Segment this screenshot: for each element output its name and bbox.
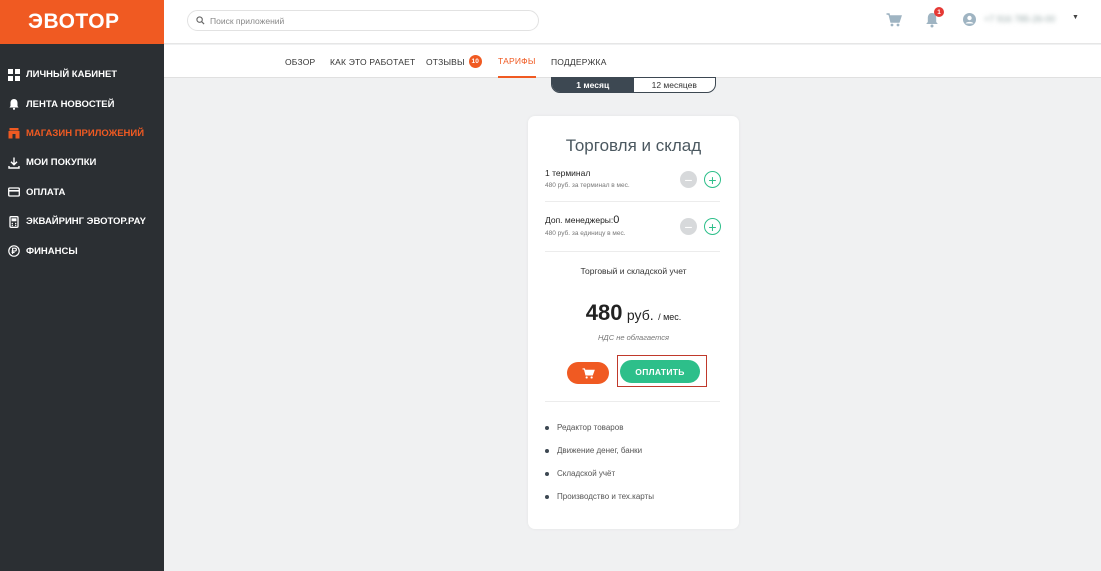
tab-label: ПОДДЕРЖКА [551,56,607,67]
feature-label: Движение денег, банки [557,446,643,455]
tariff-title: Торговля и склад [565,136,702,155]
tariff-card: Торговля и склад 1 терминал 480 руб. за … [528,116,739,529]
bell-icon [8,98,20,110]
cart-icon[interactable] [886,13,902,27]
price-value: 480 [585,300,623,325]
sidebar-item-app-store[interactable]: МАГАЗИН ПРИЛОЖЕНИЙ [0,119,164,148]
bullet-dot [545,425,549,430]
tariff-feature: Торговый и складской учет [580,266,687,276]
sidebar-item-label: ЭКВАЙРИНГ ЭВОТОР.PAY [26,216,146,228]
tab-reviews[interactable]: ОТЗЫВЫ 10 [426,45,482,78]
terminals-label: 1 терминал [545,168,591,178]
feature-label: Складской учёт [557,469,616,478]
user-avatar-icon[interactable] [963,13,976,26]
price-currency: руб. [626,307,654,323]
period-option-1-month[interactable]: 1 месяц [552,78,634,92]
managers-row: Доп. менеджеры:0 [545,214,619,226]
list-item: Редактор товаров [545,416,654,439]
tab-overview[interactable]: ОБЗОР [285,45,315,78]
sidebar-item-label: ФИНАНСЫ [26,245,78,257]
user-phone[interactable]: +7 916 785-26-00 [984,14,1055,24]
sidebar-item-label: МАГАЗИН ПРИЛОЖЕНИЙ [26,127,145,139]
terminals-price-note: 480 руб. за терминал в мес. [545,182,630,189]
tab-label: ТАРИФЫ [498,55,536,66]
tariff-price: 480 руб. / мес. [528,300,739,326]
tab-label: КАК ЭТО РАБОТАЕТ [330,56,416,67]
price-period: / мес. [658,312,682,322]
list-item: Производство и тех.карты [545,485,654,508]
sidebar-item-purchases[interactable]: МОИ ПОКУПКИ [0,148,164,177]
bullet-dot [545,448,549,453]
sidebar-item-label: ОПЛАТА [26,186,66,198]
list-item: Движение денег, банки [545,439,654,462]
sidebar-item-label: МОИ ПОКУПКИ [26,157,97,169]
sidebar-item-finance[interactable]: ФИНАНСЫ [0,236,164,265]
managers-label: Доп. менеджеры: [545,215,614,225]
sidebar-item-label: ЛЕНТА НОВОСТЕЙ [26,98,115,110]
tab-label: ОБЗОР [285,56,316,67]
sidebar-item-acquiring[interactable]: ЭКВАЙРИНГ ЭВОТОР.PAY [0,207,164,236]
terminals-increment-button[interactable]: + [704,171,721,188]
divider [545,251,720,252]
feature-label: Редактор товаров [557,423,624,432]
notification-badge: 1 [934,7,944,17]
add-to-cart-button[interactable] [567,362,609,384]
period-option-12-months[interactable]: 12 месяцев [634,78,716,92]
bullet-dot [545,494,549,499]
ruble-icon [8,245,20,257]
terminal-icon [8,215,20,228]
tab-support[interactable]: ПОДДЕРЖКА [551,45,607,78]
feature-label: Производство и тех.карты [557,492,654,501]
search-icon [196,16,205,25]
vat-note: НДС не облагается [598,333,669,342]
store-icon [8,127,20,139]
download-icon [8,157,20,169]
sidebar-item-news[interactable]: ЛЕНТА НОВОСТЕЙ [0,89,164,118]
list-item: Складской учёт [545,462,654,485]
card-icon [8,186,20,198]
search-box[interactable] [187,10,539,31]
tariff-features-list: Редактор товаров Движение денег, банки С… [545,416,654,508]
managers-decrement-button[interactable]: − [680,218,697,235]
sidebar: ЭВОТОР ЛИЧНЫЙ КАБИНЕТ ЛЕНТА НОВОСТЕЙ МАГ… [0,0,164,571]
evotor-logo[interactable]: ЭВОТОР [0,0,164,44]
search-input[interactable] [210,15,510,26]
terminals-decrement-button[interactable]: − [680,171,697,188]
sidebar-nav: ЛИЧНЫЙ КАБИНЕТ ЛЕНТА НОВОСТЕЙ МАГАЗИН ПР… [0,44,164,266]
sidebar-item-label: ЛИЧНЫЙ КАБИНЕТ [26,69,118,81]
bullet-dot [545,471,549,476]
sidebar-item-cabinet[interactable]: ЛИЧНЫЙ КАБИНЕТ [0,60,164,89]
managers-increment-button[interactable]: + [704,218,721,235]
cart-icon [582,367,595,379]
managers-count: 0 [613,214,620,226]
tab-label: ОТЗЫВЫ [426,56,465,67]
sidebar-item-payment[interactable]: ОПЛАТА [0,178,164,207]
divider [545,401,720,402]
tab-tariffs[interactable]: ТАРИФЫ [498,45,536,78]
logo-text: ЭВОТОР [28,10,120,33]
reviews-count-badge: 10 [468,55,482,68]
app-tabs: ОБЗОР КАК ЭТО РАБОТАЕТ ОТЗЫВЫ 10 ТАРИФЫ П… [164,45,1101,78]
pay-button[interactable]: ОПЛАТИТЬ [620,360,700,383]
chevron-down-icon[interactable]: ▼ [1072,14,1079,21]
managers-price-note: 480 руб. за единицу в мес. [545,230,626,237]
grid-icon [8,68,20,81]
top-header: 1 +7 916 785-26-00 ▼ [164,0,1101,44]
tab-how-it-works[interactable]: КАК ЭТО РАБОТАЕТ [330,45,415,78]
divider [545,201,720,202]
period-toggle: 1 месяц 12 месяцев [551,77,716,93]
